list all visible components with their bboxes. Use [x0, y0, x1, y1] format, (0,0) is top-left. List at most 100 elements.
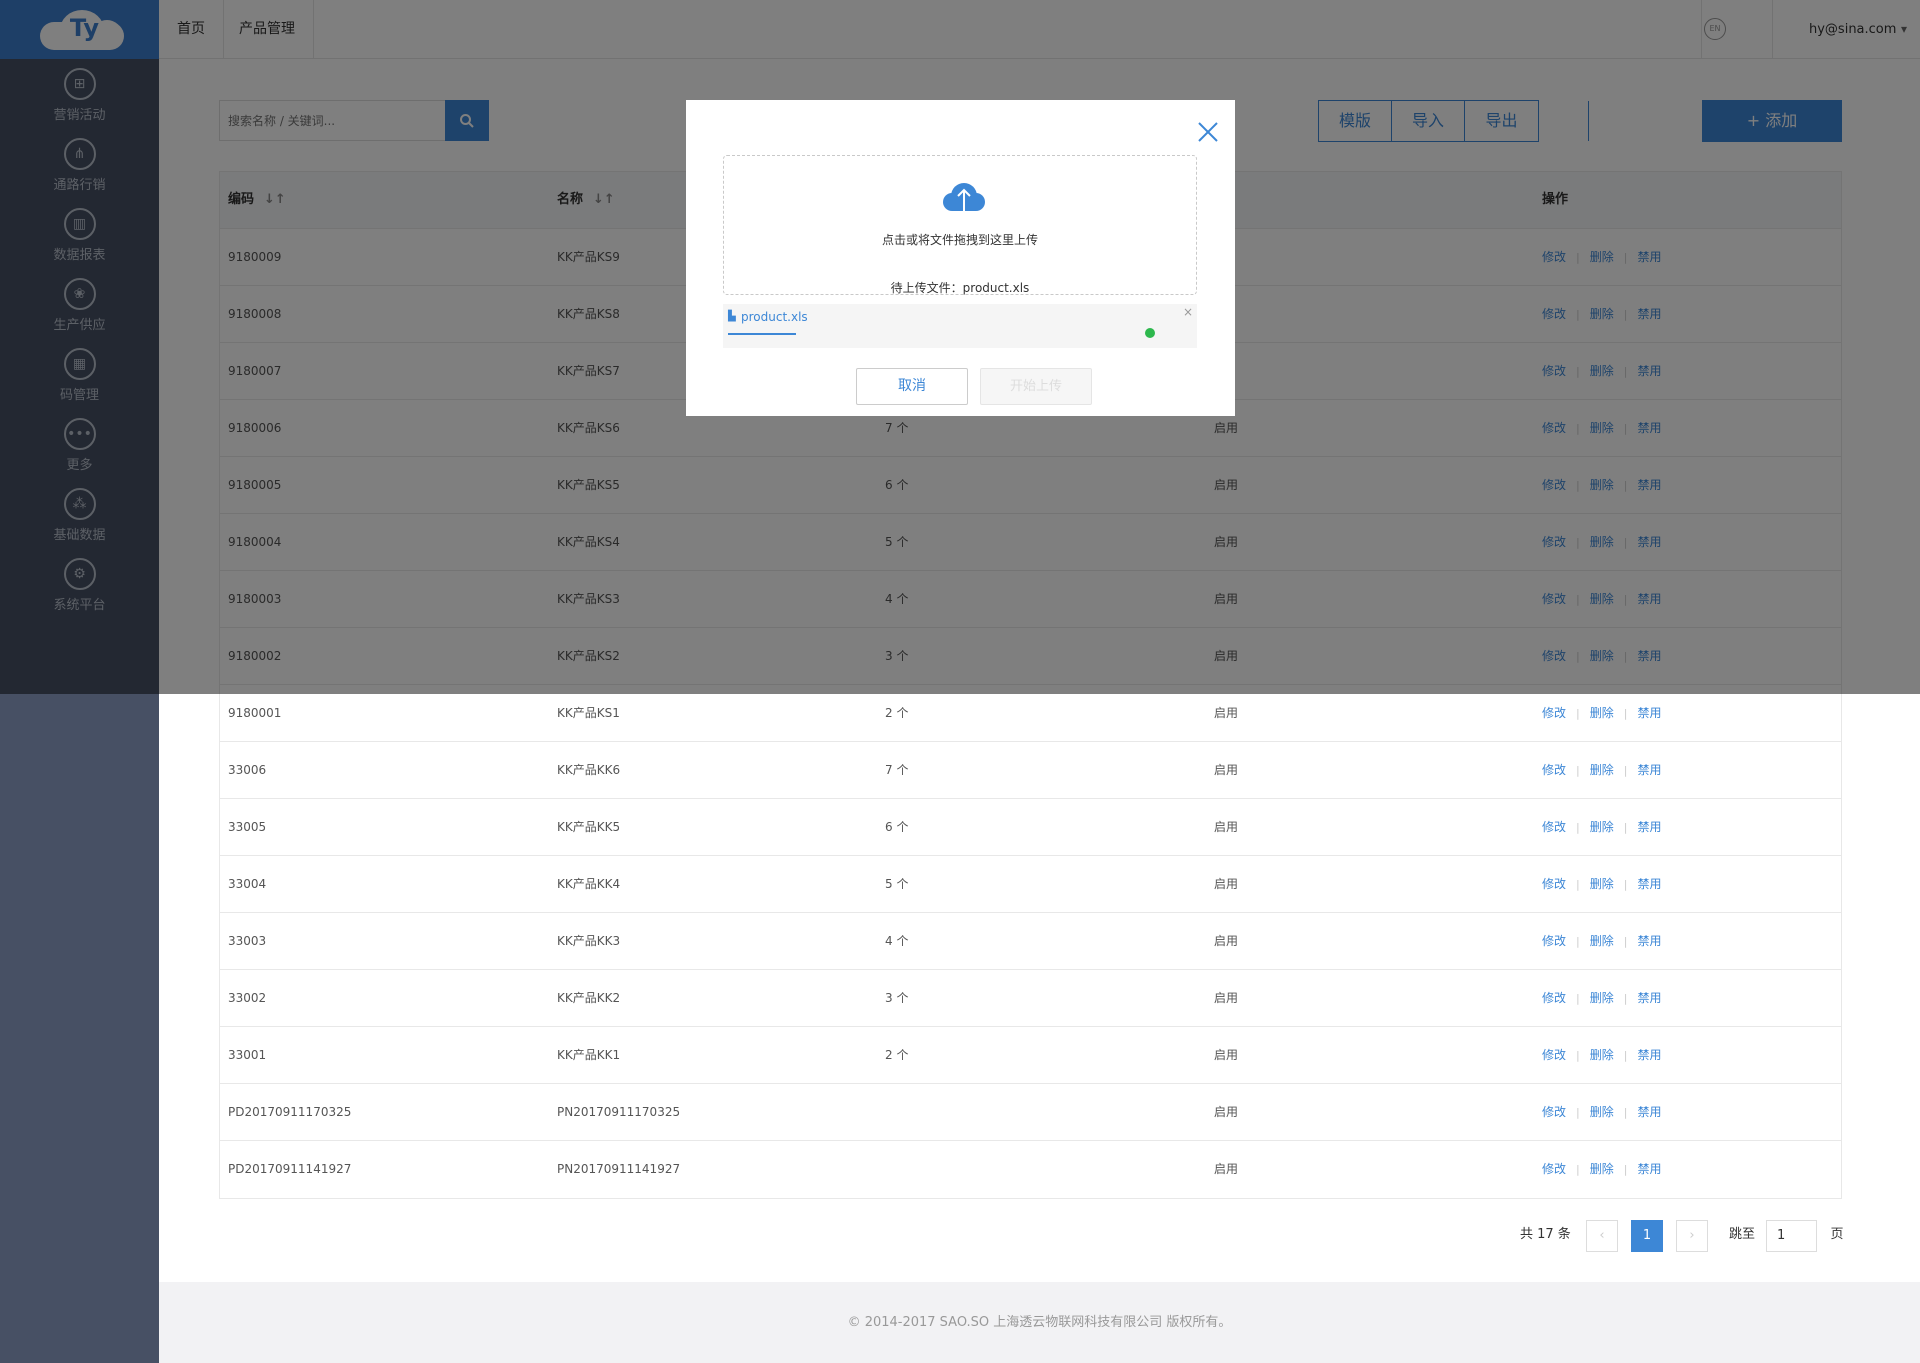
- row-actions: 修改 | 删除 | 禁用: [1542, 1084, 1661, 1141]
- edit-link[interactable]: 修改: [1542, 820, 1566, 834]
- table-row: 33006 KK产品KK6 7 个 启用 修改 | 删除 | 禁用: [220, 742, 1841, 799]
- row-actions: 修改 | 删除 | 禁用: [1542, 799, 1661, 856]
- delete-link[interactable]: 删除: [1590, 706, 1614, 720]
- drop-instruction: 点击或将文件拖拽到这里上传: [881, 233, 1038, 247]
- row-name: PN20170911141927: [557, 1162, 681, 1176]
- disable-link[interactable]: 禁用: [1637, 877, 1661, 891]
- row-status: 启用: [1214, 877, 1239, 891]
- row-count: 5 个: [885, 877, 909, 891]
- edit-link[interactable]: 修改: [1542, 763, 1566, 777]
- disable-link[interactable]: 禁用: [1637, 1162, 1661, 1176]
- disable-link[interactable]: 禁用: [1637, 820, 1661, 834]
- row-status: 启用: [1214, 1105, 1239, 1119]
- start-upload-button[interactable]: 开始上传: [980, 368, 1092, 405]
- next-page-button[interactable]: ›: [1676, 1220, 1708, 1252]
- action-divider: |: [1576, 821, 1580, 834]
- disable-link[interactable]: 禁用: [1637, 706, 1661, 720]
- row-code: 33006: [228, 763, 267, 777]
- action-divider: |: [1576, 707, 1580, 720]
- disable-link[interactable]: 禁用: [1637, 991, 1661, 1005]
- close-icon[interactable]: [1196, 120, 1220, 144]
- action-divider: |: [1576, 935, 1580, 948]
- disable-link[interactable]: 禁用: [1637, 934, 1661, 948]
- row-code: 33005: [228, 820, 267, 834]
- table-row: PD20170911170325 PN20170911170325 启用 修改 | 删除 |…: [220, 1084, 1841, 1141]
- row-status: 启用: [1214, 934, 1239, 948]
- file-name[interactable]: product.xls: [741, 310, 808, 324]
- cancel-button[interactable]: 取消: [856, 368, 968, 405]
- jump-page-input[interactable]: 1: [1766, 1220, 1817, 1252]
- row-code: 33002: [228, 991, 267, 1005]
- row-status: 启用: [1214, 991, 1239, 1005]
- action-divider: |: [1623, 1163, 1628, 1176]
- row-count: 2 个: [885, 1048, 909, 1062]
- edit-link[interactable]: 修改: [1542, 706, 1566, 720]
- page-1-button[interactable]: 1: [1631, 1220, 1663, 1252]
- action-divider: |: [1623, 821, 1628, 834]
- action-divider: |: [1623, 935, 1628, 948]
- action-divider: |: [1576, 1106, 1580, 1119]
- total-count: 共 17 条: [1520, 1227, 1571, 1242]
- success-icon: [1145, 328, 1155, 338]
- action-divider: |: [1623, 1049, 1628, 1062]
- delete-link[interactable]: 删除: [1590, 991, 1614, 1005]
- row-name: KK产品KK4: [557, 877, 621, 891]
- edit-link[interactable]: 修改: [1542, 991, 1566, 1005]
- cloud-upload-icon: [943, 183, 985, 216]
- edit-link[interactable]: 修改: [1542, 1048, 1566, 1062]
- delete-link[interactable]: 删除: [1590, 763, 1614, 777]
- table-row: PD20170911141927 PN20170911141927 启用 修改 | 删除 |…: [220, 1141, 1841, 1198]
- delete-link[interactable]: 删除: [1590, 1048, 1614, 1062]
- disable-link[interactable]: 禁用: [1637, 1048, 1661, 1062]
- edit-link[interactable]: 修改: [1542, 934, 1566, 948]
- table-row: 33004 KK产品KK4 5 个 启用 修改 | 删除 | 禁用: [220, 856, 1841, 913]
- file-icon: ▙: [728, 311, 736, 322]
- upload-drop-zone[interactable]: 点击或将文件拖拽到这里上传 待上传文件：product.xls: [723, 155, 1197, 295]
- table-row: 33002 KK产品KK2 3 个 启用 修改 | 删除 | 禁用: [220, 970, 1841, 1027]
- action-divider: |: [1576, 1163, 1580, 1176]
- row-status: 启用: [1214, 820, 1239, 834]
- row-code: PD20170911170325: [228, 1105, 352, 1119]
- pending-file-text: 待上传文件：product.xls: [890, 281, 1030, 295]
- delete-link[interactable]: 删除: [1590, 1105, 1614, 1119]
- row-status: 启用: [1214, 1048, 1239, 1062]
- row-actions: 修改 | 删除 | 禁用: [1542, 913, 1661, 970]
- page-suffix: 页: [1830, 1227, 1844, 1242]
- row-actions: 修改 | 删除 | 禁用: [1542, 970, 1661, 1027]
- edit-link[interactable]: 修改: [1542, 877, 1566, 891]
- row-count: 3 个: [885, 991, 909, 1005]
- edit-link[interactable]: 修改: [1542, 1162, 1566, 1176]
- row-name: KK产品KK3: [557, 934, 621, 948]
- action-divider: |: [1576, 764, 1580, 777]
- delete-link[interactable]: 删除: [1590, 1162, 1614, 1176]
- disable-link[interactable]: 禁用: [1637, 1105, 1661, 1119]
- row-code: 33003: [228, 934, 267, 948]
- action-divider: |: [1623, 764, 1628, 777]
- table-row: 33001 KK产品KK1 2 个 启用 修改 | 删除 | 禁用: [220, 1027, 1841, 1084]
- remove-file-icon[interactable]: ×: [1183, 305, 1193, 319]
- row-name: KK产品KK5: [557, 820, 621, 834]
- action-divider: |: [1623, 707, 1628, 720]
- action-divider: |: [1576, 878, 1580, 891]
- upload-file-item: ▙ product.xls ×: [723, 304, 1197, 348]
- row-count: 7 个: [885, 763, 909, 777]
- disable-link[interactable]: 禁用: [1637, 763, 1661, 777]
- row-name: KK产品KK2: [557, 991, 621, 1005]
- row-count: 4 个: [885, 934, 909, 948]
- row-count: 6 个: [885, 820, 909, 834]
- row-status: 启用: [1214, 763, 1239, 777]
- row-code: 33004: [228, 877, 267, 891]
- action-divider: |: [1576, 992, 1580, 1005]
- row-actions: 修改 | 删除 | 禁用: [1542, 742, 1661, 799]
- row-actions: 修改 | 删除 | 禁用: [1542, 856, 1661, 913]
- import-upload-modal: 点击或将文件拖拽到这里上传 待上传文件：product.xls ▙ produc…: [686, 100, 1235, 416]
- delete-link[interactable]: 删除: [1590, 934, 1614, 948]
- prev-page-button[interactable]: ‹: [1586, 1220, 1618, 1252]
- edit-link[interactable]: 修改: [1542, 1105, 1566, 1119]
- row-actions: 修改 | 删除 | 禁用: [1542, 1027, 1661, 1084]
- delete-link[interactable]: 删除: [1590, 877, 1614, 891]
- action-divider: |: [1623, 1106, 1628, 1119]
- row-status: 启用: [1214, 1162, 1239, 1176]
- delete-link[interactable]: 删除: [1590, 820, 1614, 834]
- table-row: 33005 KK产品KK5 6 个 启用 修改 | 删除 | 禁用: [220, 799, 1841, 856]
